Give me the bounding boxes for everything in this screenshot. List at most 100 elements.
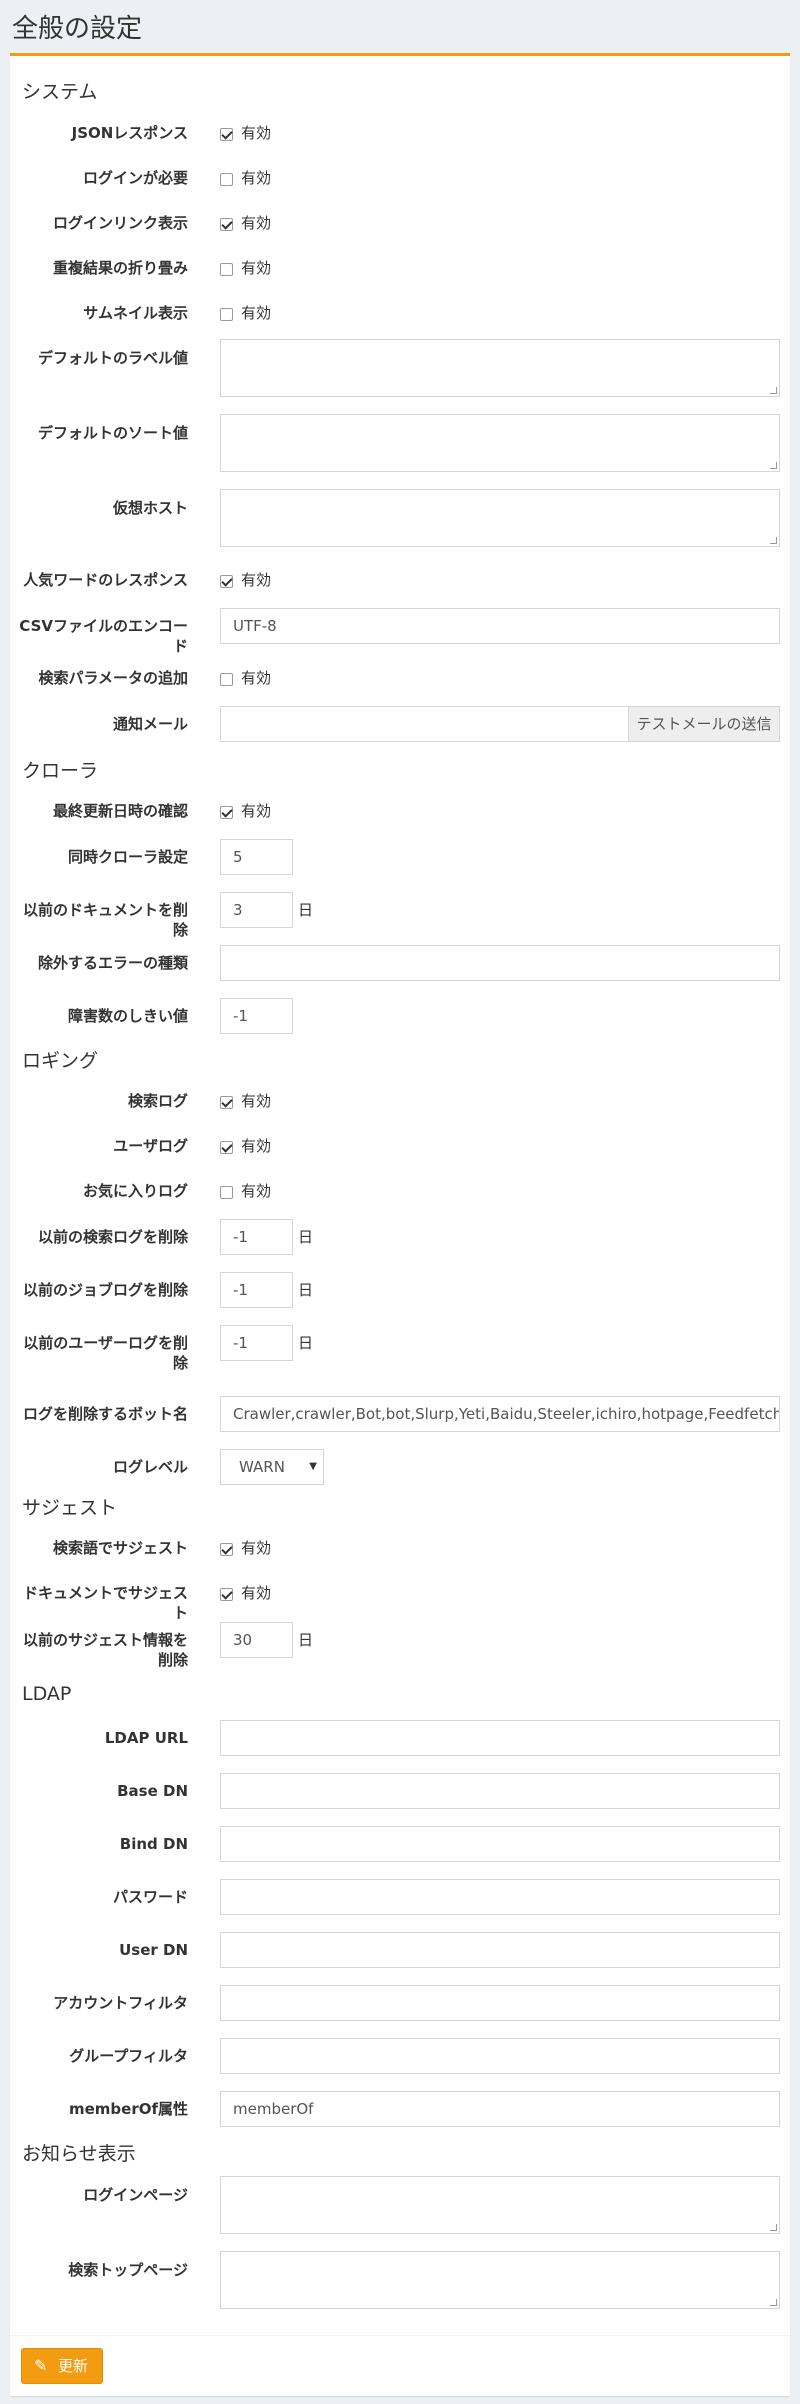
section-suggest-heading: サジェスト (22, 1497, 118, 1519)
append-query-param-checkbox[interactable] (220, 673, 233, 686)
search-log-enabled-text[interactable]: 有効 (241, 1092, 271, 1110)
default-sort-label: デフォルトのソート値 (37, 424, 188, 442)
csv-encoding-input[interactable]: UTF-8 (220, 608, 780, 644)
purge-docs-label: 以前のドキュメントを削除 (22, 901, 188, 939)
default-label-label: デフォルトのラベル値 (37, 349, 188, 367)
favorite-log-checkbox[interactable] (220, 1186, 233, 1199)
check-last-modified-checkbox[interactable] (220, 806, 233, 819)
failure-threshold-label: 障害数のしきい値 (67, 1007, 188, 1025)
purge-user-log-days-unit: 日 (298, 1334, 314, 1352)
ldap-url-label: LDAP URL (104, 1729, 188, 1747)
search-log-label: 検索ログ (127, 1092, 188, 1110)
concurrent-crawler-label: 同時クローラ設定 (67, 848, 188, 866)
suggest-document-checkbox[interactable] (220, 1588, 233, 1601)
base-dn-input[interactable] (220, 1773, 780, 1809)
default-label-textarea[interactable] (220, 339, 780, 397)
thumbnail-enabled-text[interactable]: 有効 (241, 304, 271, 322)
login-link-label: ログインリンク表示 (52, 214, 188, 232)
default-sort-textarea[interactable] (220, 414, 780, 472)
user-log-label: ユーザログ (113, 1137, 188, 1155)
search-log-checkbox[interactable] (220, 1096, 233, 1109)
thumbnail-checkbox[interactable] (220, 308, 233, 321)
notice-login-page-label: ログインページ (83, 2186, 188, 2204)
suggest-search-word-enabled-text[interactable]: 有効 (241, 1539, 271, 1557)
update-button-label: 更新 (58, 2357, 89, 2375)
user-log-checkbox[interactable] (220, 1141, 233, 1154)
suggest-search-word-label: 検索語でサジェスト (52, 1539, 188, 1557)
group-filter-label: グループフィルタ (69, 2047, 188, 2065)
json-response-checkbox[interactable] (220, 128, 233, 141)
ldap-url-input[interactable] (220, 1720, 780, 1756)
bot-names-label: ログを削除するボット名 (22, 1405, 188, 1423)
log-level-select[interactable]: WARN ▼ (220, 1449, 324, 1485)
collapse-duplicates-checkbox[interactable] (220, 263, 233, 276)
thumbnail-label: サムネイル表示 (83, 304, 188, 322)
bind-dn-label: Bind DN (119, 1835, 188, 1853)
purge-job-log-label: 以前のジョブログを削除 (22, 1281, 188, 1299)
bot-names-input[interactable]: Crawler,crawler,Bot,bot,Slurp,Yeti,Baidu… (220, 1396, 780, 1432)
pencil-icon: ✎ (34, 2356, 48, 2375)
notice-search-top-label: 検索トップページ (68, 2261, 188, 2279)
purge-suggest-label-line2: 削除 (157, 1651, 188, 1669)
form-footer: ✎ 更新 (10, 2335, 790, 2396)
purge-user-log-input[interactable]: -1 (220, 1325, 293, 1361)
csv-encoding-label: CSVファイルのエンコード (19, 617, 188, 655)
suggest-search-word-checkbox[interactable] (220, 1543, 233, 1556)
page-title: 全般の設定 (12, 14, 143, 44)
virtual-host-textarea[interactable] (220, 489, 780, 547)
suggest-document-label: ドキュメントでサジェスト (22, 1584, 188, 1622)
collapse-duplicates-enabled-text[interactable]: 有効 (241, 259, 271, 277)
collapse-duplicates-label: 重複結果の折り畳み (52, 259, 188, 277)
login-required-checkbox[interactable] (220, 173, 233, 186)
notice-login-page-textarea[interactable] (220, 2176, 780, 2234)
login-link-checkbox[interactable] (220, 218, 233, 231)
password-input[interactable] (220, 1879, 780, 1915)
favorite-log-label: お気に入りログ (82, 1182, 188, 1200)
purge-docs-days-unit: 日 (298, 901, 314, 919)
send-test-mail-button[interactable]: テストメールの送信 (628, 706, 780, 742)
section-system-heading: システム (22, 81, 98, 103)
purge-search-log-input[interactable]: -1 (220, 1219, 293, 1255)
purge-suggest-label-line1: 以前のサジェスト情報を (22, 1631, 188, 1649)
member-of-label: memberOf属性 (68, 2100, 188, 2118)
virtual-host-label: 仮想ホスト (112, 499, 188, 517)
purge-job-log-days-unit: 日 (298, 1281, 314, 1299)
popular-word-checkbox[interactable] (220, 575, 233, 588)
section-ldap-heading: LDAP (22, 1683, 72, 1705)
notification-mail-label: 通知メール (112, 715, 188, 733)
popular-word-label: 人気ワードのレスポンス (23, 571, 188, 589)
purge-user-log-label-line1: 以前のユーザーログを削 (23, 1334, 188, 1352)
purge-suggest-days-unit: 日 (298, 1631, 314, 1649)
login-required-enabled-text[interactable]: 有効 (241, 169, 271, 187)
check-last-modified-label: 最終更新日時の確認 (52, 802, 188, 820)
json-response-enabled-text[interactable]: 有効 (241, 124, 271, 142)
failure-threshold-input[interactable]: -1 (220, 998, 293, 1034)
group-filter-input[interactable] (220, 2038, 780, 2074)
favorite-log-enabled-text[interactable]: 有効 (241, 1182, 271, 1200)
popular-word-enabled-text[interactable]: 有効 (241, 571, 271, 589)
user-dn-label: User DN (119, 1941, 188, 1959)
suggest-document-enabled-text[interactable]: 有効 (241, 1584, 271, 1602)
account-filter-input[interactable] (220, 1985, 780, 2021)
bind-dn-input[interactable] (220, 1826, 780, 1862)
excluded-errors-label: 除外するエラーの種類 (37, 954, 188, 972)
purge-suggest-input[interactable]: 30 (220, 1622, 293, 1658)
login-link-enabled-text[interactable]: 有効 (241, 214, 271, 232)
purge-job-log-input[interactable]: -1 (220, 1272, 293, 1308)
notification-mail-input[interactable] (220, 706, 629, 742)
append-query-param-enabled-text[interactable]: 有効 (241, 669, 271, 687)
notice-search-top-textarea[interactable] (220, 2251, 780, 2309)
excluded-errors-input[interactable] (220, 945, 780, 981)
section-notice-heading: お知らせ表示 (22, 2143, 136, 2165)
section-logging-heading: ロギング (22, 1050, 99, 1072)
general-settings-form: システム JSONレスポンス 有効 ログインが必要 有効 ログインリンク表示 有… (10, 53, 790, 2396)
update-button[interactable]: ✎ 更新 (21, 2348, 103, 2384)
caret-down-icon: ▼ (309, 1461, 317, 1472)
user-log-enabled-text[interactable]: 有効 (241, 1137, 271, 1155)
check-last-modified-enabled-text[interactable]: 有効 (241, 802, 271, 820)
user-dn-input[interactable] (220, 1932, 780, 1968)
concurrent-crawler-input[interactable]: 5 (220, 839, 293, 875)
purge-docs-input[interactable]: 3 (220, 892, 293, 928)
append-query-param-label: 検索パラメータの追加 (38, 669, 188, 687)
member-of-input[interactable]: memberOf (220, 2091, 780, 2127)
